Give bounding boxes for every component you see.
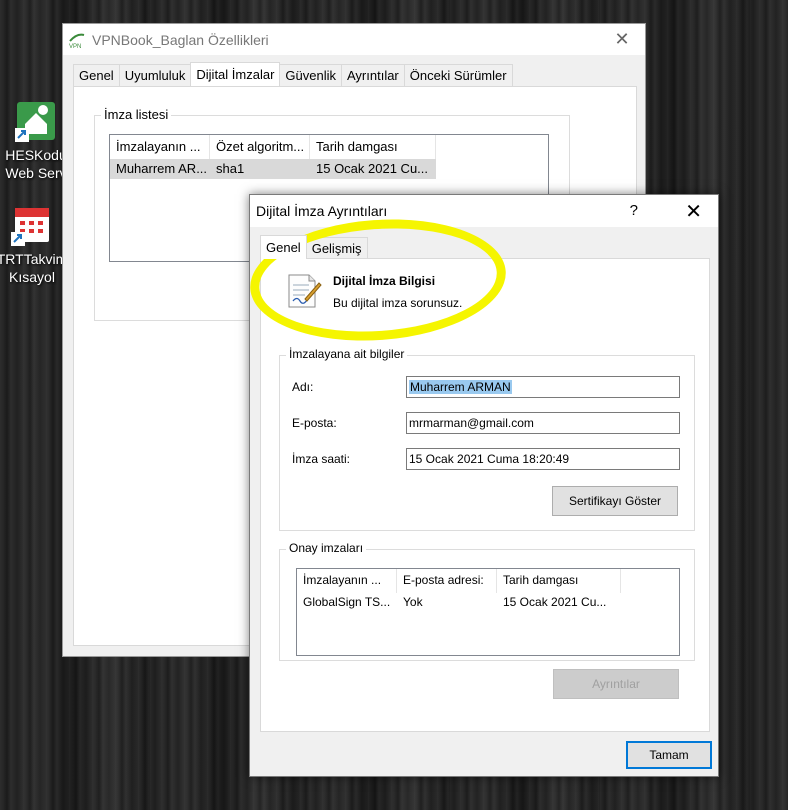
cell-signer: GlobalSign TS... [303, 595, 391, 609]
ok-button[interactable]: Tamam [626, 741, 712, 769]
help-button[interactable]: ? [630, 202, 638, 219]
tab-genel[interactable]: Genel [73, 64, 120, 86]
tab-dijital-imzalar[interactable]: Dijital İmzalar [190, 62, 281, 86]
column-header[interactable]: İmzalayanın ... [297, 569, 397, 593]
cell-timestamp: 15 Ocak 2021 Cu... [316, 161, 429, 176]
name-label: Adı: [292, 380, 314, 394]
details-button[interactable]: Ayrıntılar [553, 669, 679, 699]
tab-guvenlik[interactable]: Güvenlik [279, 64, 342, 86]
close-button[interactable]: ✕ [685, 199, 702, 224]
close-icon: ✕ [614, 29, 630, 49]
dialog-title: Dijital İmza Ayrıntıları [256, 203, 388, 219]
group-legend: Onay imzaları [286, 541, 367, 555]
column-header[interactable]: Tarih damgası [497, 569, 621, 593]
name-field[interactable]: Muharrem ARMAN [406, 376, 680, 398]
list-item[interactable]: Muharrem AR... sha1 15 Ocak 2021 Cu... [110, 159, 436, 179]
countersignature-list[interactable]: İmzalayanın ... E-posta adresi: Tarih da… [296, 568, 680, 656]
tab-genel[interactable]: Genel [260, 235, 307, 259]
cell-email: Yok [403, 595, 423, 609]
column-header[interactable]: İmzalayanın ... [110, 135, 210, 159]
dialog-tab-panel: Dijital İmza Bilgisi Bu dijital imza sor… [260, 258, 710, 732]
email-label: E-posta: [292, 416, 337, 430]
signing-time-field[interactable]: 15 Ocak 2021 Cuma 18:20:49 [406, 448, 680, 470]
group-legend: İmzalayana ait bilgiler [286, 347, 408, 361]
signature-info-title: Dijital İmza Bilgisi [333, 274, 436, 288]
title-bar[interactable]: VPN VPNBook_Baglan Özellikleri ✕ [63, 24, 645, 55]
cell-timestamp: 15 Ocak 2021 Cu... [503, 595, 607, 609]
email-field[interactable]: mrmarman@gmail.com [406, 412, 680, 434]
group-legend: İmza listesi [101, 107, 172, 122]
tab-ayrintilar[interactable]: Ayrıntılar [340, 64, 405, 86]
column-header[interactable]: E-posta adresi: [397, 569, 497, 593]
signed-document-icon [283, 271, 323, 311]
tab-onceki-surumler[interactable]: Önceki Sürümler [403, 64, 513, 86]
vpn-app-icon: VPN [68, 31, 86, 50]
dialog-tab-strip: Genel Gelişmiş [260, 235, 368, 259]
dialog-title-bar[interactable]: Dijital İmza Ayrıntıları ? ✕ [250, 195, 718, 227]
signing-time-label: İmza saati: [292, 452, 351, 466]
list-header: İmzalayanın ... Özet algoritm... Tarih d… [110, 135, 548, 159]
show-certificate-button[interactable]: Sertifikayı Göster [552, 486, 678, 516]
cell-digest: sha1 [216, 161, 245, 176]
window-title: VPNBook_Baglan Özellikleri [92, 31, 269, 48]
signature-info-header: Dijital İmza Bilgisi Bu dijital imza sor… [283, 271, 462, 311]
countersignatures-group: Onay imzaları İmzalayanın ... E-posta ad… [279, 541, 695, 661]
tab-gelismis[interactable]: Gelişmiş [305, 237, 368, 259]
close-button[interactable]: ✕ [599, 24, 645, 55]
signer-info-group: İmzalayana ait bilgiler Adı: Muharrem AR… [279, 347, 695, 531]
column-header[interactable]: Tarih damgası [310, 135, 436, 159]
list-header: İmzalayanın ... E-posta adresi: Tarih da… [297, 569, 679, 593]
signature-status: Bu dijital imza sorunsuz. [333, 296, 463, 310]
calendar-icon [11, 204, 53, 246]
tab-strip: Genel Uyumluluk Dijital İmzalar Güvenlik… [73, 62, 513, 86]
signature-details-dialog: Dijital İmza Ayrıntıları ? ✕ Genel Geliş… [249, 194, 719, 777]
list-item[interactable]: GlobalSign TS... Yok 15 Ocak 2021 Cu... [297, 593, 679, 613]
column-header[interactable]: Özet algoritm... [210, 135, 310, 159]
name-value: Muharrem ARMAN [409, 380, 512, 394]
heskodu-icon [15, 100, 57, 142]
svg-text:VPN: VPN [69, 44, 81, 49]
cell-signer: Muharrem AR... [116, 161, 208, 176]
tab-uyumluluk[interactable]: Uyumluluk [118, 64, 192, 86]
